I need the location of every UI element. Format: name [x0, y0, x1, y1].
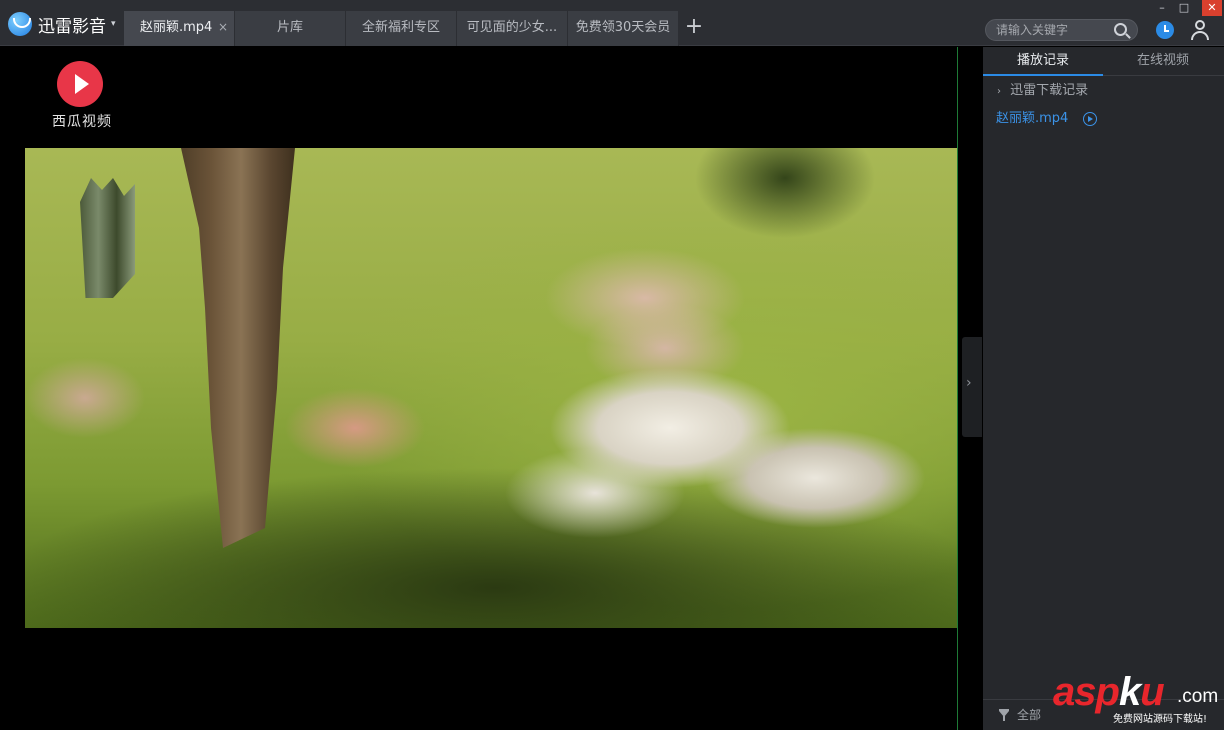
close-window-button[interactable]: ✕	[1202, 0, 1222, 16]
xigua-logo-text: 西瓜视频	[52, 114, 112, 130]
app-menu-button[interactable]: 迅雷影音 ▾	[8, 10, 116, 38]
video-scene-tree	[181, 148, 295, 548]
maximize-button[interactable]: □	[1174, 0, 1194, 16]
search-box	[985, 19, 1138, 41]
tab-play-history[interactable]: 播放记录	[983, 47, 1103, 76]
tab-bar: 赵丽颖.mp4 × 片库 全新福利专区 可见面的少女... 免费领30天会员 +	[124, 11, 709, 46]
list-item-label: 赵丽颖.mp4	[996, 111, 1069, 126]
title-bar: 迅雷影音 ▾ 赵丽颖.mp4 × 片库 全新福利专区 可见面的少女... 免费领…	[0, 0, 1224, 46]
tab-free-membership[interactable]: 免费领30天会员	[568, 11, 679, 46]
history-clock-icon[interactable]	[1156, 21, 1174, 39]
chevron-right-icon: ›	[966, 375, 972, 391]
watermark-brand: aspku	[1053, 670, 1165, 714]
tab-library[interactable]: 片库	[235, 11, 346, 46]
playlist-sidebar: 播放记录 在线视频 › 迅雷下载记录 赵丽颖.mp4 全部	[983, 47, 1224, 730]
tab-featured-video[interactable]: 可见面的少女...	[457, 11, 568, 46]
add-tab-button[interactable]: +	[679, 11, 709, 46]
search-icon[interactable]	[1114, 23, 1127, 36]
download-history-folder[interactable]: › 迅雷下载记录	[997, 81, 1088, 101]
tab-close-icon[interactable]: ×	[218, 11, 228, 44]
site-watermark: aspku .com 免费网站源码下载站!	[1053, 672, 1221, 728]
filter-label: 全部	[1017, 708, 1042, 722]
xigua-play-icon	[57, 61, 103, 107]
folder-label: 迅雷下载记录	[1010, 83, 1089, 98]
play-circle-icon[interactable]	[1083, 112, 1098, 126]
list-item[interactable]: 赵丽颖.mp4	[996, 109, 1098, 129]
filter-funnel-icon	[999, 709, 1009, 721]
tab-label: 赵丽颖.mp4	[140, 20, 213, 35]
tab-current-video[interactable]: 赵丽颖.mp4 ×	[124, 11, 235, 46]
video-frame[interactable]	[25, 148, 957, 628]
video-viewport[interactable]: 西瓜视频	[0, 47, 958, 730]
user-icon[interactable]	[1190, 20, 1210, 40]
collapse-sidebar-button[interactable]: ›	[962, 337, 982, 437]
minimize-button[interactable]: –	[1152, 0, 1172, 16]
player-window: 迅雷影音 ▾ 赵丽颖.mp4 × 片库 全新福利专区 可见面的少女... 免费领…	[0, 0, 1224, 730]
tab-welfare-zone[interactable]: 全新福利专区	[346, 11, 457, 46]
divider	[957, 47, 958, 730]
search-input[interactable]	[996, 22, 1106, 38]
thunder-logo-icon	[8, 12, 32, 36]
xigua-watermark-logo: 西瓜视频	[42, 61, 122, 133]
app-name: 迅雷影音	[38, 16, 106, 37]
filter-button[interactable]: 全部	[999, 707, 1041, 723]
watermark-tagline: 免费网站源码下载站!	[1113, 714, 1208, 725]
video-scene-stones	[80, 178, 135, 298]
watermark-domain: .com	[1177, 686, 1219, 707]
chevron-down-icon: ▾	[111, 19, 116, 29]
tab-online-video[interactable]: 在线视频	[1103, 47, 1223, 76]
chevron-right-icon: ›	[997, 86, 1001, 97]
sidebar-tabs: 播放记录 在线视频	[983, 47, 1224, 76]
